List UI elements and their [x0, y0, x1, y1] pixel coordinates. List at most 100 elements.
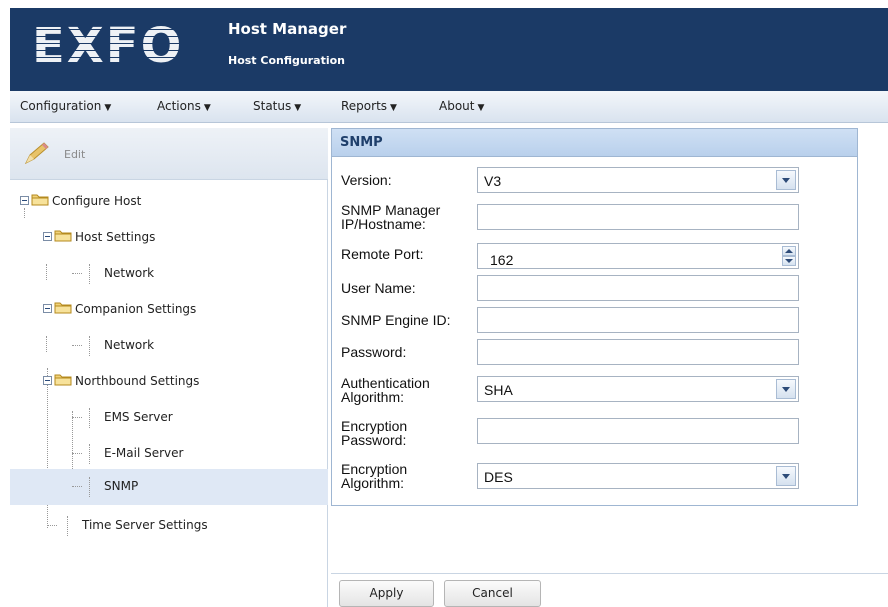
- auth-algorithm-label-line2: Algorithm:: [341, 389, 405, 405]
- edit-button[interactable]: Edit: [64, 148, 85, 161]
- app-title: Host Manager: [228, 20, 347, 38]
- app-header: EXFO Host Manager Host Configuration: [10, 8, 888, 91]
- panel-title: SNMP: [340, 135, 383, 150]
- tree-connector: [89, 264, 90, 284]
- encryption-algorithm-label: Encryption Algorithm:: [341, 462, 407, 490]
- chevron-down-icon: ▼: [477, 103, 485, 113]
- tree-connector: [72, 486, 82, 487]
- menu-actions[interactable]: Actions ▼: [157, 99, 211, 113]
- encryption-password-label: Encryption Password:: [341, 419, 407, 447]
- tree-connector: [47, 525, 57, 526]
- tree-connector: [72, 273, 82, 274]
- cancel-button[interactable]: Cancel: [444, 580, 541, 607]
- tree-item-label: E-Mail Server: [104, 446, 184, 460]
- chevron-down-icon: ▼: [390, 103, 397, 113]
- auth-algorithm-select[interactable]: SHA: [477, 376, 799, 402]
- tree-item-label: SNMP: [104, 479, 139, 493]
- encryption-password-label-line1: Encryption: [341, 418, 408, 434]
- menu-status-label: Status: [253, 99, 292, 113]
- tree-item-host-settings[interactable]: Host Settings: [10, 220, 328, 256]
- tree-connector: [89, 477, 90, 497]
- encryption-password-label-line2: Password:: [341, 432, 407, 448]
- encryption-algorithm-label-line2: Algorithm:: [341, 475, 405, 491]
- tree-item-label: Time Server Settings: [82, 518, 208, 532]
- collapse-icon[interactable]: [43, 232, 52, 241]
- tree-connector: [89, 408, 90, 428]
- snmp-form-panel: SNMP Version: V3 SNMP Manager IP/Hostnam…: [331, 128, 858, 506]
- encryption-algorithm-value: DES: [484, 469, 513, 485]
- pencil-icon[interactable]: [22, 141, 52, 170]
- tree-connector: [89, 444, 90, 464]
- tree-item-time-server-settings[interactable]: Time Server Settings: [10, 508, 328, 544]
- exfo-logo: EXFO: [32, 18, 184, 74]
- collapse-icon[interactable]: [43, 304, 52, 313]
- spin-up-icon[interactable]: [782, 246, 796, 256]
- tree-item-configure-host[interactable]: Configure Host: [10, 184, 328, 220]
- engine-id-input[interactable]: [477, 307, 799, 333]
- folder-icon: [54, 372, 72, 389]
- apply-button[interactable]: Apply: [339, 580, 434, 607]
- remote-port-value: 162: [490, 252, 514, 268]
- auth-algorithm-label: Authentication Algorithm:: [341, 376, 430, 404]
- menu-configuration[interactable]: Configuration ▼: [20, 99, 111, 113]
- collapse-icon[interactable]: [20, 196, 29, 205]
- user-name-label: User Name:: [341, 280, 416, 296]
- tree-item-email-server[interactable]: E-Mail Server: [10, 436, 328, 472]
- encryption-algorithm-label-line1: Encryption: [341, 461, 408, 477]
- tree-item-northbound-settings[interactable]: Northbound Settings: [10, 364, 328, 400]
- tree-item-label: Network: [104, 338, 155, 352]
- chevron-down-icon: ▼: [104, 103, 112, 113]
- tree-connector: [72, 417, 82, 418]
- tree-connector: [89, 336, 90, 356]
- encryption-algorithm-select[interactable]: DES: [477, 463, 799, 489]
- tree-connector: [72, 453, 82, 454]
- password-label: Password:: [341, 344, 407, 360]
- tree-item-label: Network: [104, 266, 155, 280]
- tree-item-companion-network[interactable]: Network: [10, 328, 328, 364]
- engine-id-label: SNMP Engine ID:: [341, 312, 451, 328]
- menu-configuration-label: Configuration: [20, 99, 102, 113]
- auth-algorithm-label-line1: Authentication: [341, 375, 430, 391]
- manager-host-label: SNMP Manager IP/Hostname:: [341, 203, 440, 231]
- chevron-down-icon: ▼: [203, 103, 211, 113]
- chevron-down-icon: ▼: [294, 103, 302, 113]
- auth-algorithm-value: SHA: [484, 382, 513, 398]
- navigation-panel: Edit Configure Host Host Settings Networ…: [10, 128, 328, 607]
- dropdown-arrow-icon[interactable]: [776, 170, 796, 190]
- tree-item-label: Host Settings: [75, 230, 156, 244]
- version-label: Version:: [341, 172, 392, 188]
- version-select[interactable]: V3: [477, 167, 799, 193]
- tree-item-label: Northbound Settings: [75, 374, 200, 388]
- collapse-icon[interactable]: [43, 376, 52, 385]
- password-input[interactable]: [477, 339, 799, 365]
- menu-actions-label: Actions: [157, 99, 201, 113]
- menu-about-label: About: [439, 99, 475, 113]
- page-subtitle: Host Configuration: [228, 54, 345, 67]
- tree-connector: [72, 345, 82, 346]
- tree-item-companion-settings[interactable]: Companion Settings: [10, 292, 328, 328]
- remote-port-stepper[interactable]: 162: [477, 243, 799, 269]
- menu-reports[interactable]: Reports ▼: [341, 99, 397, 113]
- tree-item-host-network[interactable]: Network: [10, 256, 328, 292]
- folder-icon: [54, 228, 72, 245]
- menubar: Configuration ▼ Actions ▼ Status ▼ Reports ▼…: [10, 91, 888, 123]
- tree-connector: [67, 516, 68, 536]
- spin-down-icon[interactable]: [782, 256, 796, 266]
- folder-icon: [54, 300, 72, 317]
- remote-port-label: Remote Port:: [341, 246, 424, 262]
- encryption-password-input[interactable]: [477, 418, 799, 444]
- menu-about[interactable]: About ▼: [439, 99, 484, 113]
- tree-item-ems-server[interactable]: EMS Server: [10, 400, 328, 436]
- tree-item-snmp[interactable]: SNMP: [10, 469, 328, 505]
- manager-host-input[interactable]: [477, 204, 799, 230]
- menu-status[interactable]: Status ▼: [253, 99, 301, 113]
- tree-item-label: Companion Settings: [75, 302, 197, 316]
- edit-toolbar: Edit: [10, 128, 328, 180]
- dropdown-arrow-icon[interactable]: [776, 379, 796, 399]
- user-name-input[interactable]: [477, 275, 799, 301]
- dropdown-arrow-icon[interactable]: [776, 466, 796, 486]
- manager-host-label-line2: IP/Hostname:: [341, 216, 426, 232]
- tree-item-label: EMS Server: [104, 410, 173, 424]
- panel-header: SNMP: [332, 129, 857, 157]
- version-value: V3: [484, 173, 502, 189]
